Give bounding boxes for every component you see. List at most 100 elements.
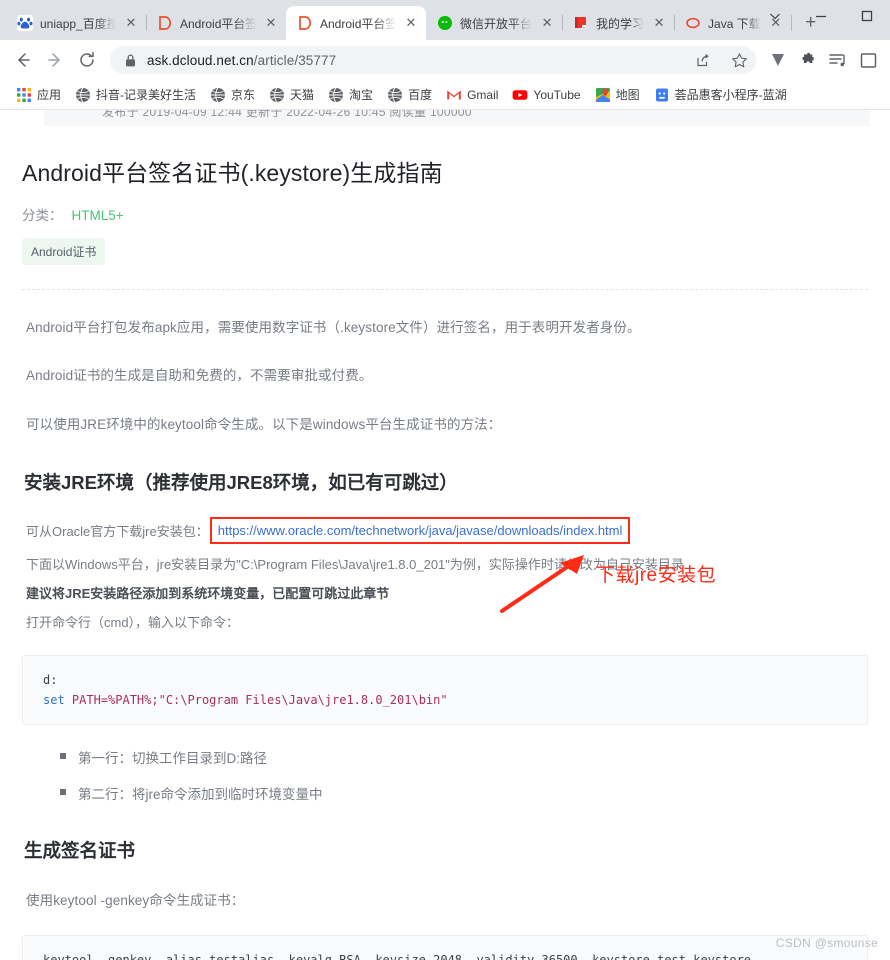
article-paragraph-3: 可以使用JRE环境中的keytool命令生成。以下是windows平台生成证书的… [26,416,502,432]
bookmark-label: 淘宝 [349,88,374,102]
book-favicon [575,17,587,29]
download-url-line: 可从Oracle官方下载jre安装包： https://www.oracle.c… [22,516,868,544]
tab-title: Android平台签名证书 [180,16,256,31]
youtube-icon [513,89,528,100]
command-explanation-list: 第一行：切换工作目录到D:路径 第二行：将jre命令添加到临时环境变量中 [60,747,868,803]
tab-close-button[interactable]: ✕ [539,15,555,31]
maps-icon [595,87,610,102]
tab-search-button[interactable] [752,0,798,32]
bookmark-apps[interactable]: 应用 [10,83,67,106]
article-tag[interactable]: Android证书 [22,238,106,265]
bookmark-tmall[interactable]: 天猫 [263,83,320,106]
oracle-download-url[interactable]: https://www.oracle.com/technetwork/java/… [209,516,631,544]
back-button[interactable] [8,45,38,75]
code-line-1: d: [43,672,58,687]
article-meta-strip: 发布于 2019-04-09 12:44 更新于 2022-04-26 10:4… [44,110,870,126]
annotation-arrow-icon [500,555,584,613]
bookmark-gmail[interactable]: Gmail [440,84,504,106]
bookmark-jd[interactable]: 京东 [204,83,261,106]
list-item: 第二行：将jre命令添加到临时环境变量中 [60,783,868,803]
bookmark-label: 百度 [408,88,433,102]
reading-list-button[interactable] [824,46,852,74]
dcloud-favicon [159,16,172,30]
globe-icon [76,87,91,102]
article-meta-text: 发布于 2019-04-09 12:44 更新于 2022-04-26 10:4… [102,110,472,119]
bookmark-label: YouTube [533,87,581,102]
globe-icon [388,87,403,102]
reload-button[interactable] [72,45,102,75]
tab-close-button[interactable]: ✕ [651,15,667,31]
bookmark-taobao[interactable]: 淘宝 [322,83,379,106]
article-content: Android平台签名证书(.keystore)生成指南 分类： HTML5+ … [0,154,890,960]
sidepanel-icon [860,52,876,68]
minimize-button[interactable] [798,0,844,32]
download-url-prefix: 可从Oracle官方下载jre安装包： [26,523,209,539]
star-icon [731,52,747,67]
baidu-favicon [17,15,33,31]
list-item: 第一行：切换工作目录到D:路径 [60,747,868,767]
tab-close-button[interactable]: ✕ [123,15,139,31]
category-link[interactable]: HTML5+ [72,208,124,223]
divider [22,289,868,290]
bookmark-label: 天猫 [290,88,315,102]
share-icon [697,53,709,67]
forward-arrow-icon [48,53,60,67]
section-heading-install-jre: 安装JRE环境（推荐使用JRE8环境，如已有可跳过） [24,471,458,493]
globe-icon [270,87,285,102]
tab-close-button[interactable]: ✕ [263,15,279,31]
maximize-icon [861,10,873,22]
lock-icon [126,53,135,66]
tab-strip: uniapp_百度搜索 ✕ Android平台签名证书 ✕ Android平台签… [0,0,890,40]
watermark: CSDN @smounse [775,936,878,950]
address-bar[interactable]: ask.dcloud.net.cn/article/35777 [110,46,756,74]
code-block-path[interactable]: d: set PATH=%PATH%;"C:\Program Files\Jav… [22,654,868,725]
browser-tab-3[interactable]: 微信开放平台 ✕ [426,6,564,40]
browser-tab-0[interactable]: uniapp_百度搜索 ✕ [6,6,147,40]
globe-icon [329,87,344,102]
keytool-genkey-note: 使用keytool -genkey命令生成证书： [26,892,245,908]
bookmark-button[interactable] [726,47,752,73]
bookmark-youtube[interactable]: YouTube [506,84,586,106]
maximize-button[interactable] [844,0,890,32]
reading-list-icon [829,54,845,67]
annotation-text: 下载jre安装包 [596,565,717,586]
reload-icon [80,52,94,67]
page-title: Android平台签名证书(.keystore)生成指南 [22,160,443,186]
side-panel-button[interactable] [854,46,882,74]
section-heading-generate-cert: 生成签名证书 [24,839,136,861]
browser-toolbar: ask.dcloud.net.cn/article/35777 [0,40,890,80]
bookmark-baidu[interactable]: 百度 [381,83,438,106]
tab-title: 微信开放平台 [460,16,533,31]
browser-tab-2-active[interactable]: Android平台签名证书(.keystore)生成指南 ✕ [286,6,426,40]
gmail-icon [447,90,461,99]
tab-close-button[interactable]: ✕ [403,15,419,31]
apps-grid-icon [17,87,31,102]
browser-tab-1[interactable]: Android平台签名证书 ✕ [146,6,287,40]
minimize-icon [816,15,826,18]
category-row: 分类： HTML5+ [22,204,868,224]
back-arrow-icon [18,53,30,67]
bookmark-maps[interactable]: 地图 [589,83,646,106]
bookmarks-bar: 应用 抖音-记录美好生活 京东 天猫 淘宝 百度 Gmail YouTube 地… [0,80,890,110]
tab-title: 我的学习 [596,16,645,31]
chevron-down-icon [770,13,780,20]
java-favicon [686,17,700,29]
code-block-keytool[interactable]: keytool -genkey -alias testalias -keyalg… [22,935,868,960]
bookmark-label: 京东 [231,88,256,102]
browser-tab-4[interactable]: 我的学习 ✕ [562,6,676,40]
bookmark-label: 地图 [615,88,640,102]
category-label: 分类： [22,208,63,223]
code-line-2-rest: PATH=%PATH%;"C:\Program Files\Java\jre1.… [64,692,448,707]
v-shape-extension-button[interactable] [764,46,792,74]
install-dir-note: 下面以Windows平台，jre安装目录为"C:\Program Files\J… [26,556,684,572]
bookmark-douyin[interactable]: 抖音-记录美好生活 [69,83,202,106]
bookmark-lanhu[interactable]: 荟品惠客小程序-蓝湖 [648,83,793,106]
extensions-button[interactable] [794,46,822,74]
puzzle-icon [802,52,814,63]
globe-icon [211,87,226,102]
share-button[interactable] [690,47,716,73]
forward-button[interactable] [40,45,70,75]
address-bar-url: ask.dcloud.net.cn/article/35777 [147,52,337,68]
bookmark-label: 荟品惠客小程序-蓝湖 [674,88,787,102]
bookmark-label: Gmail [467,87,499,102]
